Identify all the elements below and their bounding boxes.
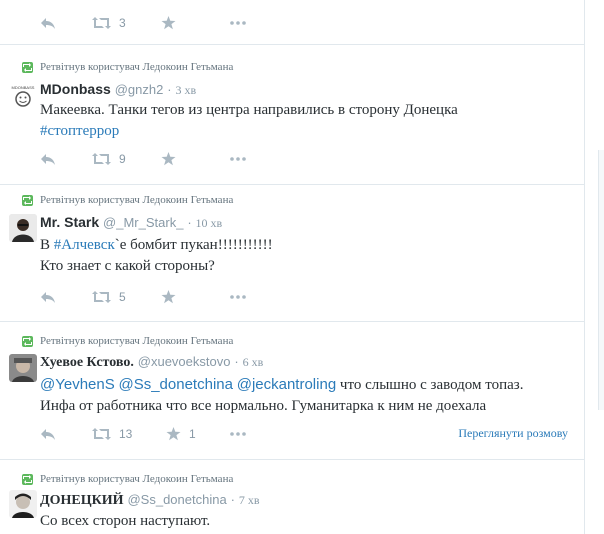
retweet-button[interactable]: 5 bbox=[92, 289, 126, 305]
more-icon bbox=[230, 157, 246, 161]
avatar[interactable] bbox=[9, 354, 37, 382]
favorite-button[interactable] bbox=[161, 151, 176, 167]
star-icon bbox=[166, 427, 181, 441]
retweet-badge-icon bbox=[22, 474, 33, 485]
scrollbar[interactable] bbox=[598, 150, 604, 410]
tweet-header: ДОНЕЦКИЙ @Ss_donetchina · 7 хв bbox=[40, 491, 259, 509]
reply-button[interactable] bbox=[40, 289, 56, 305]
retweet-badge-icon bbox=[22, 195, 33, 206]
mention-link[interactable]: @Ss_donetchina bbox=[118, 376, 232, 393]
tweet-timestamp[interactable]: 3 хв bbox=[175, 83, 196, 97]
retweet-icon bbox=[92, 17, 111, 29]
more-button[interactable] bbox=[230, 15, 246, 31]
tweet-handle[interactable]: @xuevoekstovo bbox=[138, 354, 231, 369]
favorite-count: 1 bbox=[189, 427, 196, 441]
retweet-count: 13 bbox=[119, 427, 133, 441]
retweet-icon bbox=[92, 153, 111, 165]
reply-icon bbox=[41, 429, 55, 440]
favorite-button[interactable]: 1 bbox=[166, 426, 196, 442]
retweet-icon bbox=[92, 291, 111, 303]
retweet-context[interactable]: Ретвітнув користувач Ледокоин Гетьмана bbox=[40, 473, 233, 485]
more-button[interactable] bbox=[230, 426, 246, 442]
svg-text:MDONBASS: MDONBASS bbox=[12, 85, 35, 90]
reply-icon bbox=[41, 154, 55, 165]
separator-dot: · bbox=[187, 215, 192, 230]
tweet-header: Хуевое Кстово. @xuevoekstovo · 6 хв bbox=[40, 353, 263, 371]
mention-link[interactable]: @jeckantroling bbox=[237, 376, 336, 393]
tweet-timestamp[interactable]: 6 хв bbox=[243, 355, 264, 369]
tweet-text-line: Макеевка. Танки тегов из центра направил… bbox=[40, 102, 458, 118]
separator-dot: · bbox=[230, 492, 235, 507]
tweet-handle[interactable]: @gnzh2 bbox=[115, 82, 164, 97]
favorite-button[interactable] bbox=[161, 289, 176, 305]
tweet-text-line: Кто знает с какой стороны? bbox=[40, 258, 215, 274]
retweet-count: 3 bbox=[119, 16, 126, 30]
retweet-icon bbox=[92, 428, 111, 440]
tweet-handle[interactable]: @_Mr_Stark_ bbox=[103, 215, 183, 230]
tweet-timestamp[interactable]: 7 хв bbox=[239, 493, 260, 507]
tweet-fullname[interactable]: ДОНЕЦКИЙ bbox=[40, 493, 124, 508]
hashtag-link[interactable]: #Алчевск bbox=[54, 237, 115, 253]
retweet-context[interactable]: Ретвітнув користувач Ледокоин Гетьмана bbox=[40, 335, 233, 347]
tweet-text-line: Со всех сторон наступают. bbox=[40, 513, 211, 529]
star-icon bbox=[161, 290, 176, 304]
tweet-text: @YevhenS @Ss_donetchina @jeckantroling ч… bbox=[40, 374, 523, 417]
reply-button[interactable] bbox=[40, 15, 56, 31]
retweet-context[interactable]: Ретвітнув користувач Ледокоин Гетьмана bbox=[40, 61, 233, 73]
retweet-button[interactable]: 13 bbox=[92, 426, 132, 442]
more-icon bbox=[230, 295, 246, 299]
retweet-count: 9 bbox=[119, 152, 126, 166]
tweet-header: Mr. Stark @_Mr_Stark_ · 10 хв bbox=[40, 214, 222, 231]
reply-icon bbox=[41, 18, 55, 29]
tweet-fullname[interactable]: Mr. Stark bbox=[40, 214, 99, 230]
retweet-button[interactable]: 9 bbox=[92, 151, 126, 167]
reply-icon bbox=[41, 292, 55, 303]
more-icon bbox=[230, 432, 246, 436]
retweet-badge-icon bbox=[22, 336, 33, 347]
separator-dot: · bbox=[234, 354, 239, 369]
tweet-text-fragment: В bbox=[40, 237, 54, 253]
tweet-item[interactable]: Ретвітнув користувач Ледокоин Гетьмана Х… bbox=[0, 322, 584, 460]
favorite-button[interactable] bbox=[161, 15, 176, 31]
tweet-text-line: Инфа от работника что все нормально. Гум… bbox=[40, 398, 487, 414]
more-button[interactable] bbox=[230, 151, 246, 167]
tweet-fullname[interactable]: MDonbass bbox=[40, 81, 111, 97]
tweet-item[interactable]: Ретвітнув користувач Ледокоин Гетьмана M… bbox=[0, 45, 584, 185]
tweet-text-fragment: `е бомбит пукан!!!!!!!!!!! bbox=[114, 237, 273, 253]
avatar[interactable] bbox=[9, 214, 37, 242]
more-icon bbox=[230, 21, 246, 25]
avatar[interactable] bbox=[9, 490, 37, 518]
reply-button[interactable] bbox=[40, 151, 56, 167]
separator-dot: · bbox=[167, 82, 172, 97]
reply-button[interactable] bbox=[40, 426, 56, 442]
tweet-text: В #Алчевск`е бомбит пукан!!!!!!!!!!! Кто… bbox=[40, 235, 273, 277]
retweet-count: 5 bbox=[119, 290, 126, 304]
retweet-button[interactable]: 3 bbox=[92, 15, 126, 31]
tweet-text: Со всех сторон наступают. bbox=[40, 511, 210, 532]
tweet-item[interactable]: Ретвітнув користувач Ледокоин Гетьмана M… bbox=[0, 185, 584, 322]
view-conversation-link[interactable]: Переглянути розмову bbox=[458, 426, 568, 441]
avatar[interactable]: MDONBASS bbox=[9, 81, 37, 109]
tweet-header: MDonbass @gnzh2 · 3 хв bbox=[40, 81, 196, 98]
tweet-text-fragment: что слышно с заводом топаз. bbox=[336, 377, 524, 393]
tweet-item[interactable]: Ретвітнув користувач Ледокоин Гетьмана Д… bbox=[0, 460, 584, 534]
retweet-context[interactable]: Ретвітнув користувач Ледокоин Гетьмана bbox=[40, 194, 233, 206]
more-button[interactable] bbox=[230, 289, 246, 305]
tweet-item[interactable]: 3 bbox=[0, 0, 584, 45]
star-icon bbox=[161, 16, 176, 30]
retweet-badge-icon bbox=[22, 62, 33, 73]
tweet-fullname[interactable]: Хуевое Кстово. bbox=[40, 355, 134, 370]
timeline: 3 Ретвітнув користувач Ледокоин Гетьмана… bbox=[0, 0, 585, 534]
tweet-handle[interactable]: @Ss_donetchina bbox=[127, 492, 226, 507]
hashtag-link[interactable]: #стоптеррор bbox=[40, 123, 119, 139]
tweet-timestamp[interactable]: 10 хв bbox=[196, 216, 223, 230]
star-icon bbox=[161, 152, 176, 166]
mention-link[interactable]: @YevhenS bbox=[40, 376, 115, 393]
tweet-text: Макеевка. Танки тегов из центра направил… bbox=[40, 100, 458, 142]
